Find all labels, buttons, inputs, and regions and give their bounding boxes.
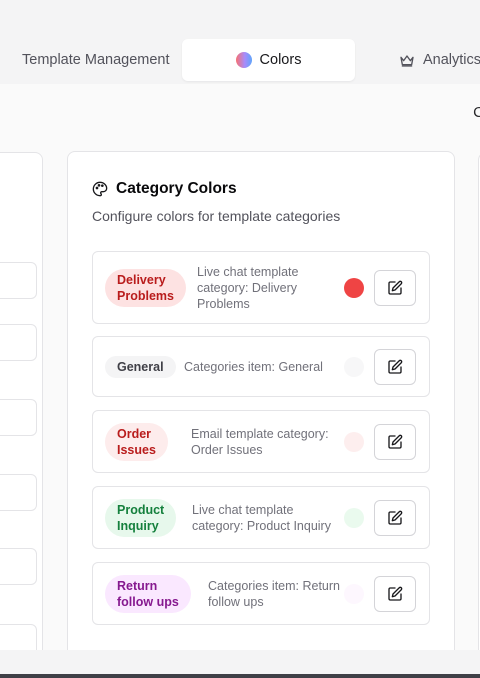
category-row-general: General Categories item: General xyxy=(92,336,430,397)
color-swatch xyxy=(344,583,364,604)
card-description: Configure colors for template categories xyxy=(92,208,341,224)
description-line: category: Delivery xyxy=(197,280,298,295)
category-row-delivery-problems: Delivery Problems Live chat template cat… xyxy=(92,251,430,324)
colors-gradient-icon xyxy=(235,52,252,68)
left-panel-row[interactable] xyxy=(0,624,37,650)
edit-icon xyxy=(388,434,403,449)
color-swatch xyxy=(344,507,364,528)
badge-line: Order xyxy=(117,426,152,441)
tab-analytics[interactable]: Analytics xyxy=(399,39,480,81)
description-line: Email template category: xyxy=(191,426,329,441)
category-description: Live chat template category: Delivery Pr… xyxy=(197,264,298,312)
edit-icon xyxy=(388,359,403,374)
edit-button[interactable] xyxy=(374,575,416,612)
category-row-product-inquiry: Product Inquiry Live chat template categ… xyxy=(92,486,430,549)
badge-line: Delivery xyxy=(117,272,166,287)
description-line: Categories item: General xyxy=(184,359,323,374)
category-badge: Order Issues xyxy=(105,422,168,461)
left-panel-row[interactable] xyxy=(0,399,37,436)
crown-icon xyxy=(400,55,414,67)
description-line: Categories item: Return xyxy=(208,578,341,593)
category-description: Live chat template category: Product Inq… xyxy=(192,502,331,534)
category-badge: Delivery Problems xyxy=(105,268,186,307)
tab-template-management[interactable]: Template Management xyxy=(22,39,170,81)
bottom-bar xyxy=(0,674,480,678)
color-swatch xyxy=(344,431,364,452)
tab-analytics-label: Analytics xyxy=(423,52,480,68)
edit-button[interactable] xyxy=(374,499,416,536)
edit-icon xyxy=(388,586,403,601)
left-panel-row[interactable] xyxy=(0,324,37,361)
left-panel-row[interactable] xyxy=(0,474,37,511)
badge-line: follow ups xyxy=(117,594,179,609)
category-description: Categories item: Return follow ups xyxy=(208,578,340,610)
category-badge: Product Inquiry xyxy=(105,498,177,537)
main-content: C Category Colors Configure colors for t… xyxy=(0,84,480,650)
badge-line: General xyxy=(117,359,164,374)
card-header: Category Colors xyxy=(92,180,237,198)
category-colors-card: Category Colors Configure colors for tem… xyxy=(67,151,455,650)
description-line: Problems xyxy=(197,296,250,311)
color-swatch xyxy=(344,277,364,298)
category-row-return-follow-ups: Return follow ups Categories item: Retur… xyxy=(92,562,430,625)
edit-icon xyxy=(388,280,403,295)
description-line: category: Product Inquiry xyxy=(192,518,331,533)
category-description: Categories item: General xyxy=(184,359,323,375)
badge-line: Issues xyxy=(117,442,156,457)
clipped-heading-text: C xyxy=(473,104,480,121)
category-row-order-issues: Order Issues Email template category: Or… xyxy=(92,410,430,473)
edit-button[interactable] xyxy=(374,269,416,306)
category-description: Email template category: Order Issues xyxy=(191,426,329,458)
left-panel-row[interactable] xyxy=(0,548,37,585)
color-swatch xyxy=(344,356,364,377)
badge-line: Product xyxy=(117,502,165,517)
badge-line: Problems xyxy=(117,288,174,303)
tab-bar: Template Management Colors Analytics xyxy=(0,35,480,85)
tab-colors-label: Colors xyxy=(259,52,302,68)
badge-line: Return xyxy=(117,578,158,593)
tab-colors[interactable]: Colors xyxy=(182,39,355,81)
edit-icon xyxy=(388,510,403,525)
palette-icon xyxy=(92,181,108,197)
edit-button[interactable] xyxy=(374,348,416,385)
tab-template-management-label: Template Management xyxy=(22,52,170,68)
badge-line: Inquiry xyxy=(117,518,159,533)
edit-button[interactable] xyxy=(374,423,416,460)
description-line: follow ups xyxy=(208,594,264,609)
card-title: Category Colors xyxy=(116,180,237,197)
description-line: Live chat template xyxy=(197,264,299,279)
category-badge: General xyxy=(105,355,176,378)
description-line: Live chat template xyxy=(192,502,294,517)
description-line: Order Issues xyxy=(191,442,263,457)
left-panel-row[interactable] xyxy=(0,262,37,299)
category-badge: Return follow ups xyxy=(105,574,191,613)
